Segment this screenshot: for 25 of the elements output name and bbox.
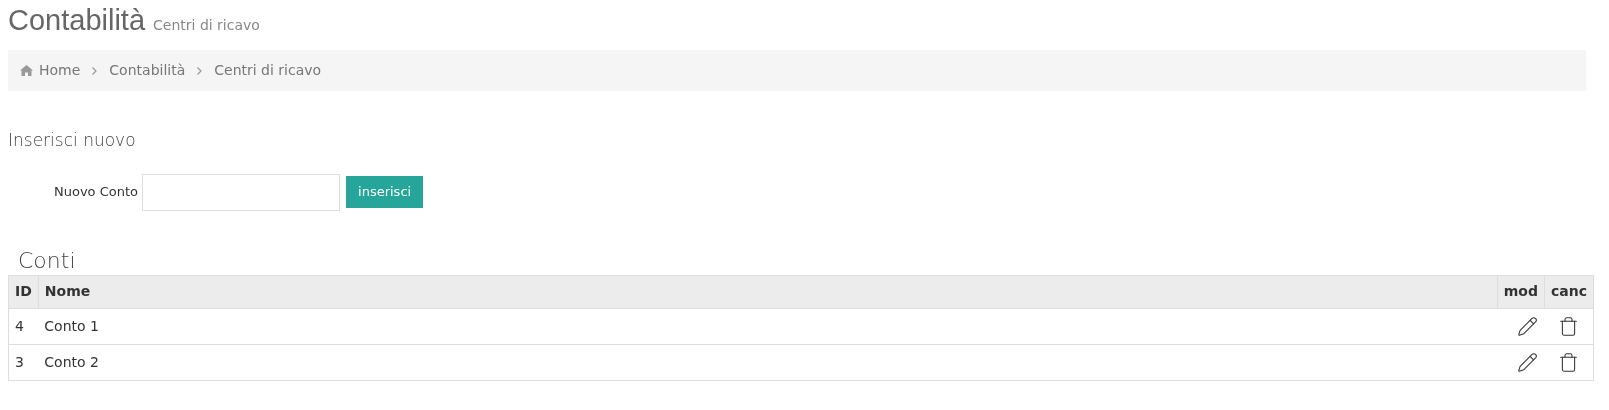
column-header: canc (1544, 275, 1594, 308)
page-subtitle: Centri di ricavo (153, 16, 260, 35)
column-header: ID (8, 275, 39, 308)
insert-button[interactable]: inserisci (346, 176, 424, 208)
table-cell: Conto 1 (38, 308, 1498, 344)
trash-icon[interactable] (1558, 351, 1580, 373)
input-field[interactable] (142, 173, 341, 211)
breadcrumb-item: Centri di ricavo (214, 61, 322, 80)
page-title: Contabilità (8, 3, 146, 38)
chevron-icon (92, 66, 98, 75)
edit-icon[interactable] (1517, 351, 1539, 373)
table-cell: 4 (8, 308, 39, 344)
home-icon (20, 65, 33, 76)
breadcrumb-item[interactable]: Contabilità (109, 60, 186, 81)
table-cell: Conto 2 (38, 344, 1498, 380)
column-header: Nome (38, 275, 1498, 308)
table-title: Conti (18, 246, 77, 275)
section-title: Inserisci nuovo (8, 129, 137, 152)
breadcrumb-item[interactable]: Home (39, 60, 81, 81)
field-label: Nuovo Conto (54, 183, 139, 202)
trash-icon[interactable] (1558, 315, 1580, 337)
column-header: mod (1497, 275, 1545, 308)
edit-icon[interactable] (1517, 315, 1539, 337)
table-cell: 3 (8, 344, 39, 380)
chevron-icon (197, 66, 203, 75)
